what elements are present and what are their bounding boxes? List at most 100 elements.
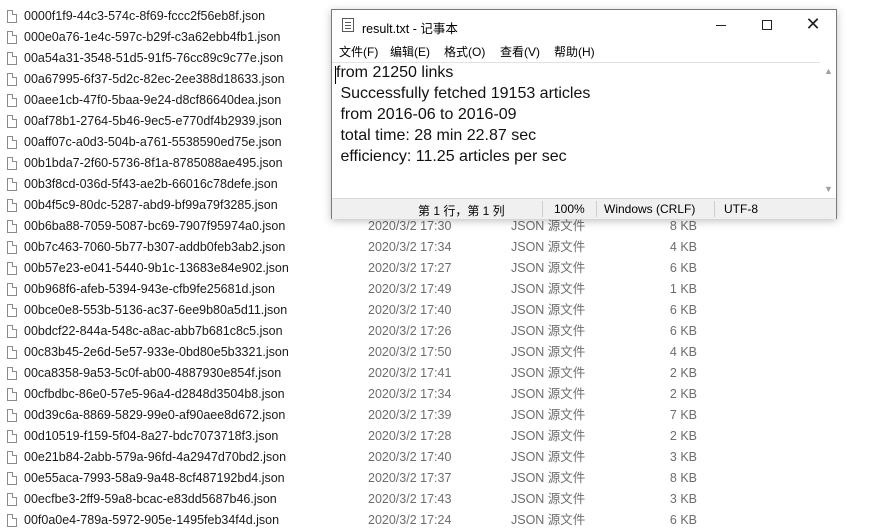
file-name: 00b1bda7-2f60-5736-8f1a-8785088ae495.jso… [24, 156, 283, 170]
text-editor[interactable]: from 21250 links Successfully fetched 19… [332, 62, 820, 199]
file-name: 00d39c6a-8869-5829-99e0-af90aee8d672.jso… [24, 408, 286, 422]
file-date: 2020/3/2 17:34 [368, 240, 452, 254]
status-bar: 第 1 行，第 1 列 100% Windows (CRLF) UTF-8 [332, 198, 836, 219]
file-row[interactable]: 00bdcf22-844a-548c-a8ac-abb7b681c8c5.jso… [0, 321, 883, 342]
json-file-icon [7, 346, 17, 359]
json-file-icon [7, 430, 17, 443]
file-date: 2020/3/2 17:28 [368, 429, 452, 443]
file-date: 2020/3/2 17:26 [368, 324, 452, 338]
file-type: JSON 源文件 [511, 492, 586, 506]
file-date: 2020/3/2 17:41 [368, 366, 452, 380]
file-date: 2020/3/2 17:34 [368, 387, 452, 401]
minimize-button[interactable] [698, 10, 744, 40]
close-button[interactable]: ✕ [790, 10, 836, 40]
status-divider [542, 201, 543, 217]
json-file-icon [7, 409, 17, 422]
menu-edit[interactable]: 编辑(E) [390, 43, 430, 60]
json-file-icon [7, 262, 17, 275]
menu-bar: 文件(F) 编辑(E) 格式(O) 查看(V) 帮助(H) [332, 40, 836, 61]
file-row[interactable]: 00f0a0e4-789a-5972-905e-1495feb34f4d.jso… [0, 510, 883, 531]
file-row[interactable]: 00b7c463-7060-5b77-b307-addb0feb3ab2.jso… [0, 237, 883, 258]
file-type: JSON 源文件 [511, 345, 586, 359]
file-row[interactable]: 00b57e23-e041-5440-9b1c-13683e84e902.jso… [0, 258, 883, 279]
file-size: 1 KB [669, 282, 697, 296]
file-name: 00f0a0e4-789a-5972-905e-1495feb34f4d.jso… [24, 513, 280, 527]
json-file-icon [7, 73, 17, 86]
file-type: JSON 源文件 [511, 513, 586, 527]
json-file-icon [7, 472, 17, 485]
scroll-up-icon[interactable]: ▲ [824, 66, 833, 76]
editor-line: total time: 28 min 22.87 sec [336, 127, 537, 144]
file-type: JSON 源文件 [511, 240, 586, 254]
menu-help[interactable]: 帮助(H) [554, 43, 595, 60]
file-size: 4 KB [669, 240, 697, 254]
file-row[interactable]: 00c83b45-2e6d-5e57-933e-0bd80e5b3321.jso… [0, 342, 883, 363]
notepad-window[interactable]: result.txt - 记事本 ✕ 文件(F) 编辑(E) 格式(O) 查看(… [331, 9, 837, 219]
json-file-icon [7, 367, 17, 380]
json-file-icon [7, 199, 17, 212]
file-row[interactable]: 00cfbdbc-86e0-57e5-96a4-d2848d3504b8.jso… [0, 384, 883, 405]
file-name: 00ca8358-9a53-5c0f-ab00-4887930e854f.jso… [24, 366, 282, 380]
menu-file[interactable]: 文件(F) [339, 43, 378, 60]
file-name: 00cfbdbc-86e0-57e5-96a4-d2848d3504b8.jso… [24, 387, 285, 401]
menu-view[interactable]: 查看(V) [500, 43, 540, 60]
file-size: 3 KB [669, 450, 697, 464]
file-row[interactable]: 00ecfbe3-2ff9-59a8-bcac-e83dd5687b46.jso… [0, 489, 883, 510]
cursor-position: 第 1 行，第 1 列 [418, 204, 505, 218]
file-row[interactable]: 00bce0e8-553b-5136-ac37-6ee9b80a5d11.jso… [0, 300, 883, 321]
file-size: 6 KB [669, 261, 697, 275]
file-type: JSON 源文件 [511, 471, 586, 485]
zoom-level: 100% [554, 202, 585, 216]
scroll-down-icon[interactable]: ▼ [824, 184, 833, 194]
file-date: 2020/3/2 17:43 [368, 492, 452, 506]
editor-line: from 21250 links [336, 64, 454, 81]
file-date: 2020/3/2 17:49 [368, 282, 452, 296]
file-name: 00ecfbe3-2ff9-59a8-bcac-e83dd5687b46.jso… [24, 492, 277, 506]
file-date: 2020/3/2 17:27 [368, 261, 452, 275]
file-type: JSON 源文件 [511, 387, 586, 401]
file-name: 0000f1f9-44c3-574c-8f69-fccc2f56eb8f.jso… [24, 9, 266, 23]
file-name: 00b4f5c9-80dc-5287-abd9-bf99a79f3285.jso… [24, 198, 278, 212]
file-type: JSON 源文件 [511, 366, 586, 380]
file-size: 7 KB [669, 408, 697, 422]
file-name: 00e55aca-7993-58a9-9a48-8cf487192bd4.jso… [24, 471, 285, 485]
file-row[interactable]: 00b968f6-afeb-5394-943e-cfb9fe25681d.jso… [0, 279, 883, 300]
encoding: UTF-8 [724, 202, 758, 216]
file-name: 00b57e23-e041-5440-9b1c-13683e84e902.jso… [24, 261, 289, 275]
file-size: 4 KB [669, 345, 697, 359]
editor-line: Successfully fetched 19153 articles [336, 85, 591, 102]
json-file-icon [7, 115, 17, 128]
json-file-icon [7, 10, 17, 23]
json-file-icon [7, 304, 17, 317]
file-size: 6 KB [669, 303, 697, 317]
file-name: 00e21b84-2abb-579a-96fd-4a2947d70bd2.jso… [24, 450, 287, 464]
json-file-icon [7, 493, 17, 506]
json-file-icon [7, 325, 17, 338]
maximize-button[interactable] [744, 10, 790, 40]
file-date: 2020/3/2 17:30 [368, 219, 452, 233]
json-file-icon [7, 94, 17, 107]
file-name: 00b6ba88-7059-5087-bc69-7907f95974a0.jso… [24, 219, 286, 233]
vertical-scrollbar[interactable]: ▲ ▼ [820, 62, 836, 198]
status-divider [714, 201, 715, 217]
file-size: 2 KB [669, 387, 697, 401]
json-file-icon [7, 31, 17, 44]
file-row[interactable]: 00ca8358-9a53-5c0f-ab00-4887930e854f.jso… [0, 363, 883, 384]
file-row[interactable]: 00e55aca-7993-58a9-9a48-8cf487192bd4.jso… [0, 468, 883, 489]
file-name: 00c83b45-2e6d-5e57-933e-0bd80e5b3321.jso… [24, 345, 289, 359]
file-name: 00a67995-6f37-5d2c-82ec-2ee388d18633.jso… [24, 72, 285, 86]
file-name: 00aee1cb-47f0-5baa-9e24-d8cf86640dea.jso… [24, 93, 282, 107]
menu-format[interactable]: 格式(O) [444, 43, 485, 60]
file-row[interactable]: 00d39c6a-8869-5829-99e0-af90aee8d672.jso… [0, 405, 883, 426]
file-name: 000e0a76-1e4c-597c-b29f-c3a62ebb4fb1.jso… [24, 30, 281, 44]
file-name: 00b7c463-7060-5b77-b307-addb0feb3ab2.jso… [24, 240, 286, 254]
file-row[interactable]: 00d10519-f159-5f04-8a27-bdc7073718f3.jso… [0, 426, 883, 447]
file-size: 2 KB [669, 366, 697, 380]
file-row[interactable]: 00e21b84-2abb-579a-96fd-4a2947d70bd2.jso… [0, 447, 883, 468]
json-file-icon [7, 388, 17, 401]
file-type: JSON 源文件 [511, 408, 586, 422]
file-size: 6 KB [669, 513, 697, 527]
file-row[interactable]: 00b6ba88-7059-5087-bc69-7907f95974a0.jso… [0, 216, 883, 237]
json-file-icon [7, 157, 17, 170]
notepad-titlebar[interactable]: result.txt - 记事本 ✕ [332, 10, 836, 40]
